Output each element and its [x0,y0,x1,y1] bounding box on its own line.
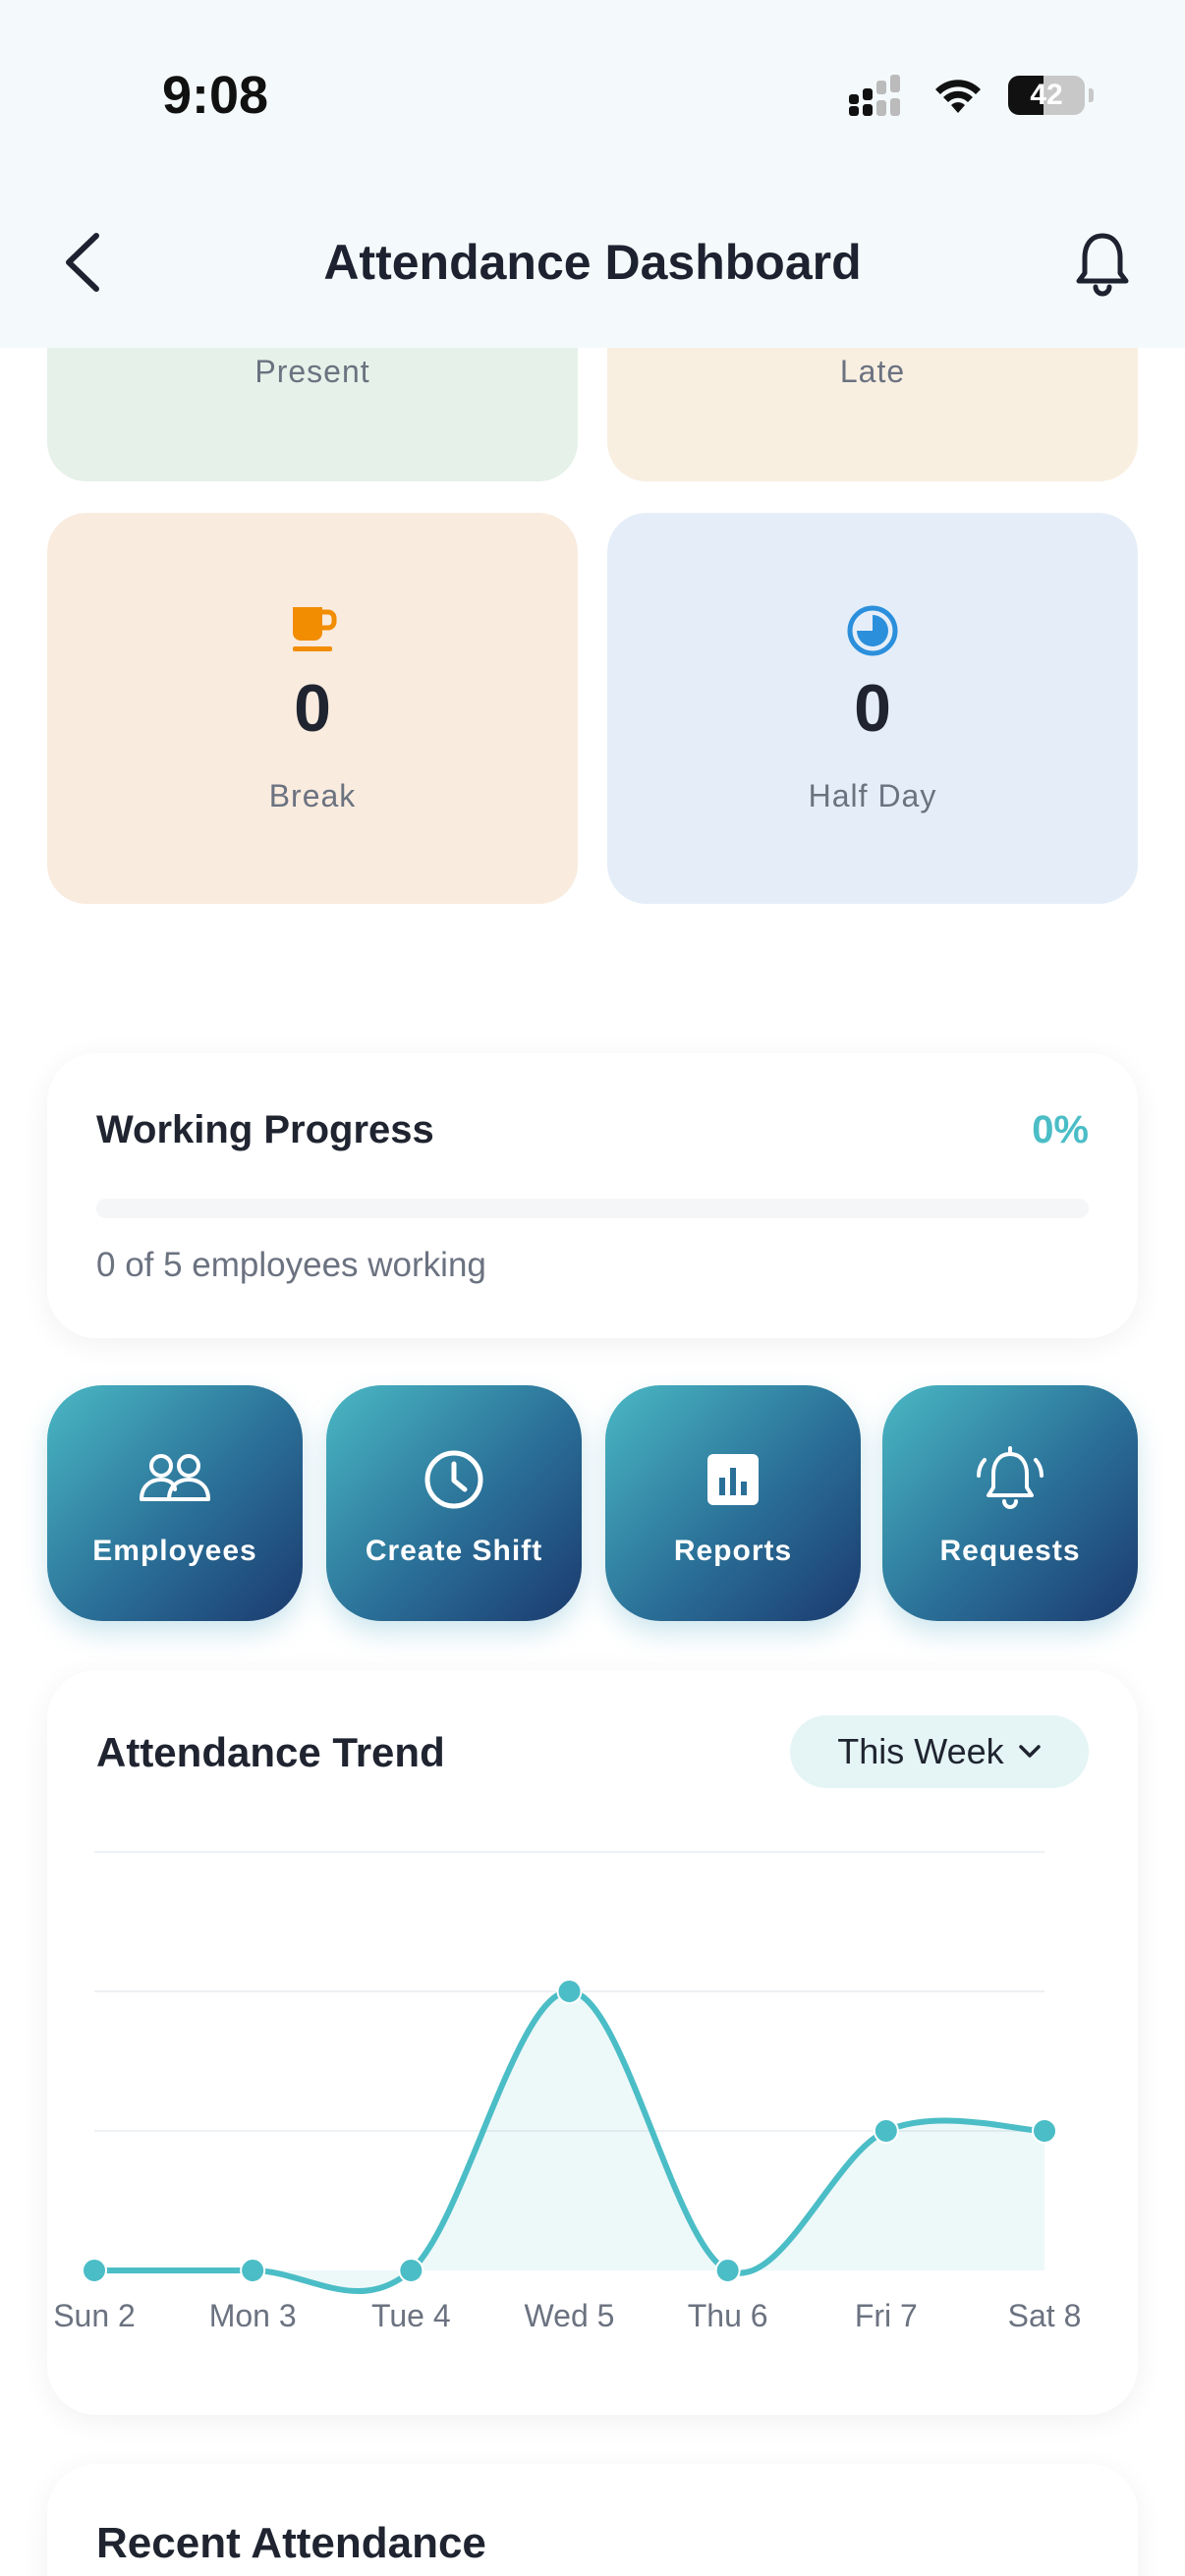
x-tick-label: Mon 3 [209,2298,297,2333]
page-title: Attendance Dashboard [323,235,862,290]
progress-title: Working Progress [96,1108,434,1151]
trend-area [94,1991,1044,2292]
progress-bar [96,1199,1089,1218]
half-day-card[interactable]: 0 Half Day [607,513,1138,904]
trend-point[interactable] [1032,2118,1057,2144]
trend-point[interactable] [82,2258,107,2283]
bell-icon [1076,233,1129,297]
working-progress-card: Working Progress 0% 0 of 5 employees wor… [47,1053,1138,1338]
x-tick-label: Thu 6 [688,2298,768,2333]
bar-chart-icon [707,1454,759,1505]
trend-point[interactable] [714,2258,741,2283]
battery-icon: 42 [1008,76,1085,115]
signal-icon [849,75,900,116]
create-shift-button[interactable]: Create Shift [326,1385,582,1621]
status-icons: 42 [845,75,1094,116]
requests-button[interactable]: Requests [882,1385,1138,1621]
half-day-count: 0 [854,671,891,746]
alarm-bell-icon [976,1446,1044,1509]
attendance-trend-chart: Sun 2 Mon 3 Tue 4 Wed 5 Thu 6 Fri 7 Sat 8 [53,1851,1082,2333]
break-label: Break [268,778,357,813]
employees-button[interactable]: Employees [47,1385,303,1621]
x-tick-label: Tue 4 [371,2298,451,2333]
coffee-cup-icon [293,607,337,651]
x-tick-label: Sat 8 [1008,2298,1082,2333]
clock-icon [424,1450,483,1509]
progress-percent: 0% [1032,1108,1089,1151]
trend-point[interactable] [398,2258,424,2283]
wifi-icon [935,80,981,113]
requests-label: Requests [939,1535,1081,1567]
trend-point[interactable] [240,2258,266,2283]
notifications-button[interactable] [1071,230,1134,299]
recent-title: Recent Attendance [96,2519,486,2567]
late-label: Late [839,354,906,389]
break-card[interactable]: 0 Break [47,513,578,904]
reports-button[interactable]: Reports [605,1385,861,1621]
create-shift-label: Create Shift [365,1535,543,1567]
x-tick-label: Sun 2 [53,2298,136,2333]
present-label: Present [254,354,370,389]
users-icon [140,1454,210,1501]
x-tick-label: Fri 7 [855,2298,918,2333]
trend-point[interactable] [556,1979,583,2004]
employees-label: Employees [92,1535,257,1567]
status-time: 9:08 [162,66,269,125]
x-tick-label: Wed 5 [525,2298,615,2333]
progress-subtitle: 0 of 5 employees working [96,1246,486,1284]
battery-percent: 42 [1030,79,1063,111]
break-count: 0 [294,671,331,746]
half-day-label: Half Day [808,778,937,813]
app-header: 9:08 42 Attendance Dashboard [0,0,1185,348]
half-clock-icon [847,605,898,656]
attendance-trend-card: Attendance Trend This Week Sun 2 Mon 3 Tue… [47,1670,1138,2415]
reports-label: Reports [673,1535,793,1567]
recent-attendance-card: Recent Attendance [47,2464,1138,2576]
trend-point[interactable] [873,2118,899,2144]
